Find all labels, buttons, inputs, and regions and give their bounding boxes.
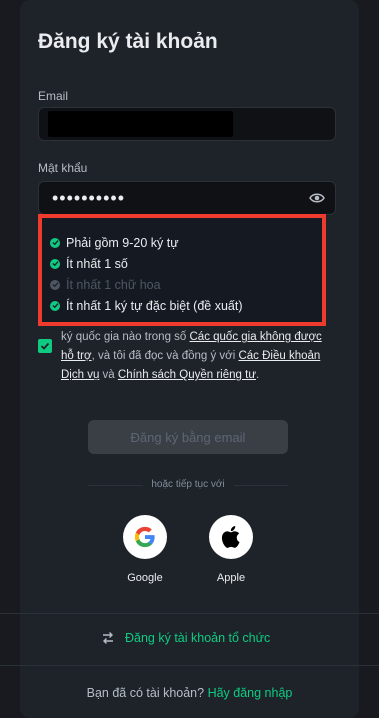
check-icon xyxy=(50,279,60,290)
terms-text-part: , và tôi đã đọc và đồng ý với xyxy=(91,350,239,362)
divider-text: hoặc tiếp tục với xyxy=(151,479,225,490)
org-signup-label: Đăng ký tài khoản tổ chức xyxy=(125,631,271,645)
section-divider xyxy=(0,613,379,614)
requirement-label: Phải gồm 9-20 ký tự xyxy=(66,235,179,250)
check-icon xyxy=(50,258,60,269)
email-signup-button[interactable]: Đăng ký bằng email xyxy=(88,420,288,454)
password-masked-value: •••••••••• xyxy=(52,188,126,208)
password-requirements-list: Phải gồm 9-20 ký tự Ít nhất 1 số Ít nhất… xyxy=(50,232,243,316)
swap-icon xyxy=(100,630,116,646)
apple-label: Apple xyxy=(216,572,246,584)
show-password-icon[interactable] xyxy=(308,190,326,206)
footer-question: Bạn đã có tài khoản? xyxy=(86,686,208,700)
section-divider xyxy=(0,665,379,666)
email-label: Email xyxy=(38,89,69,103)
redacted-email-value xyxy=(48,111,233,137)
divider-line xyxy=(88,485,143,486)
requirement-label: Ít nhất 1 ký tự đặc biệt (đề xuất) xyxy=(66,298,243,313)
login-link[interactable]: Hãy đăng nhập xyxy=(208,686,293,700)
check-icon xyxy=(50,237,60,248)
footer: Bạn đã có tài khoản? Hãy đăng nhập xyxy=(0,686,379,700)
requirement-special: Ít nhất 1 ký tự đặc biệt (đề xuất) xyxy=(50,295,243,316)
apple-signup-button[interactable] xyxy=(209,515,253,559)
google-label: Google xyxy=(127,572,163,584)
terms-text-part: và xyxy=(99,369,118,381)
google-signup-button[interactable] xyxy=(123,515,167,559)
terms-text-part: . xyxy=(256,369,260,381)
page-title: Đăng ký tài khoản xyxy=(38,30,218,53)
requirement-uppercase: Ít nhất 1 chữ hoa xyxy=(50,274,243,295)
requirement-number: Ít nhất 1 số xyxy=(50,253,243,274)
terms-text-part: ký quốc gia nào trong số xyxy=(61,331,190,343)
org-signup-link[interactable]: Đăng ký tài khoản tổ chức xyxy=(100,630,270,646)
password-label: Mật khẩu xyxy=(38,161,88,175)
check-icon xyxy=(50,300,60,311)
google-icon xyxy=(134,526,155,548)
terms-checkbox[interactable] xyxy=(38,339,52,353)
divider-line xyxy=(234,485,288,486)
requirement-label: Ít nhất 1 số xyxy=(66,256,128,271)
requirement-length: Phải gồm 9-20 ký tự xyxy=(50,232,243,253)
apple-icon xyxy=(221,526,240,548)
terms-text: ký quốc gia nào trong số Các quốc gia kh… xyxy=(61,328,331,385)
signup-screen: Đăng ký tài khoản Email Mật khẩu •••••••… xyxy=(0,0,379,718)
privacy-policy-link[interactable]: Chính sách Quyền riêng tư xyxy=(118,369,256,381)
requirement-label: Ít nhất 1 chữ hoa xyxy=(66,277,161,292)
